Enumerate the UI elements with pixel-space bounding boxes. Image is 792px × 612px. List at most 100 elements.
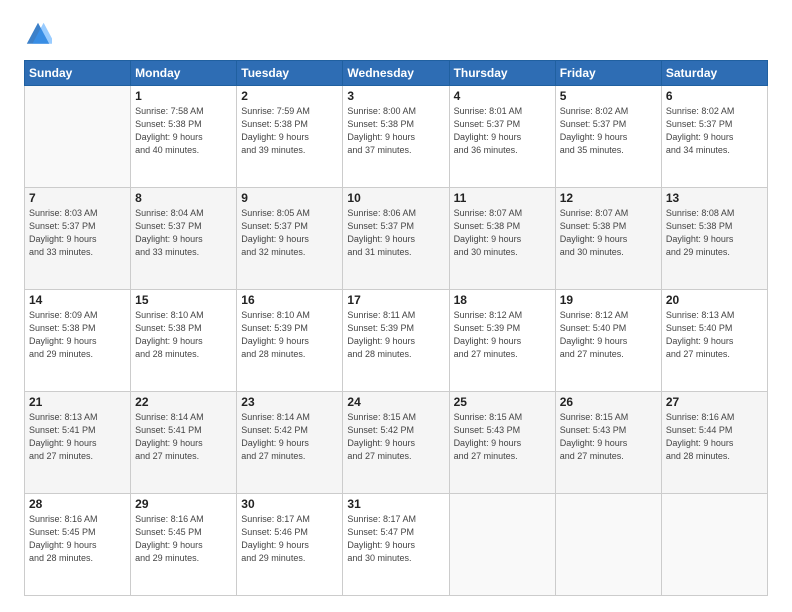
page: SundayMondayTuesdayWednesdayThursdayFrid… [0, 0, 792, 612]
day-info: Sunrise: 8:17 AM Sunset: 5:47 PM Dayligh… [347, 513, 444, 565]
day-number: 11 [454, 191, 551, 205]
day-info: Sunrise: 8:05 AM Sunset: 5:37 PM Dayligh… [241, 207, 338, 259]
calendar-week-row: 1Sunrise: 7:58 AM Sunset: 5:38 PM Daylig… [25, 86, 768, 188]
day-number: 9 [241, 191, 338, 205]
day-info: Sunrise: 8:01 AM Sunset: 5:37 PM Dayligh… [454, 105, 551, 157]
day-number: 12 [560, 191, 657, 205]
day-info: Sunrise: 8:02 AM Sunset: 5:37 PM Dayligh… [560, 105, 657, 157]
day-number: 15 [135, 293, 232, 307]
day-number: 17 [347, 293, 444, 307]
day-info: Sunrise: 8:16 AM Sunset: 5:45 PM Dayligh… [29, 513, 126, 565]
calendar-header-row: SundayMondayTuesdayWednesdayThursdayFrid… [25, 61, 768, 86]
day-number: 5 [560, 89, 657, 103]
day-number: 30 [241, 497, 338, 511]
day-info: Sunrise: 8:11 AM Sunset: 5:39 PM Dayligh… [347, 309, 444, 361]
day-number: 16 [241, 293, 338, 307]
day-of-week-header: Saturday [661, 61, 767, 86]
header [24, 20, 768, 48]
day-info: Sunrise: 8:04 AM Sunset: 5:37 PM Dayligh… [135, 207, 232, 259]
calendar-cell [555, 494, 661, 596]
calendar-cell: 9 Sunrise: 8:05 AM Sunset: 5:37 PM Daylig… [237, 188, 343, 290]
calendar-cell: 24Sunrise: 8:15 AM Sunset: 5:42 PM Dayli… [343, 392, 449, 494]
calendar-cell: 5 Sunrise: 8:02 AM Sunset: 5:37 PM Daylig… [555, 86, 661, 188]
day-info: Sunrise: 8:09 AM Sunset: 5:38 PM Dayligh… [29, 309, 126, 361]
day-number: 24 [347, 395, 444, 409]
day-number: 22 [135, 395, 232, 409]
calendar-cell: 10 Sunrise: 8:06 AM Sunset: 5:37 PM Dayli… [343, 188, 449, 290]
calendar-cell: 19 Sunrise: 8:12 AM Sunset: 5:40 PM Dayli… [555, 290, 661, 392]
day-number: 4 [454, 89, 551, 103]
calendar-cell: 15 Sunrise: 8:10 AM Sunset: 5:38 PM Dayli… [131, 290, 237, 392]
calendar-cell [661, 494, 767, 596]
day-info: Sunrise: 7:59 AM Sunset: 5:38 PM Dayligh… [241, 105, 338, 157]
day-info: Sunrise: 8:15 AM Sunset: 5:43 PM Dayligh… [454, 411, 551, 463]
day-of-week-header: Tuesday [237, 61, 343, 86]
day-number: 18 [454, 293, 551, 307]
calendar-week-row: 21 Sunrise: 8:13 AM Sunset: 5:41 PM Dayli… [25, 392, 768, 494]
calendar-cell: 23 Sunrise: 8:14 AM Sunset: 5:42 PM Dayli… [237, 392, 343, 494]
calendar-table: SundayMondayTuesdayWednesdayThursdayFrid… [24, 60, 768, 596]
calendar-cell [449, 494, 555, 596]
day-number: 13 [666, 191, 763, 205]
day-info: Sunrise: 8:14 AM Sunset: 5:41 PM Dayligh… [135, 411, 232, 463]
day-number: 10 [347, 191, 444, 205]
calendar-cell: 31 Sunrise: 8:17 AM Sunset: 5:47 PM Dayli… [343, 494, 449, 596]
day-of-week-header: Friday [555, 61, 661, 86]
day-info: Sunrise: 8:14 AM Sunset: 5:42 PM Dayligh… [241, 411, 338, 463]
calendar-cell: 13Sunrise: 8:08 AM Sunset: 5:38 PM Dayli… [661, 188, 767, 290]
calendar-cell: 27 Sunrise: 8:16 AM Sunset: 5:44 PM Dayli… [661, 392, 767, 494]
calendar-week-row: 28 Sunrise: 8:16 AM Sunset: 5:45 PM Dayli… [25, 494, 768, 596]
calendar-cell: 4 Sunrise: 8:01 AM Sunset: 5:37 PM Daylig… [449, 86, 555, 188]
day-info: Sunrise: 8:10 AM Sunset: 5:39 PM Dayligh… [241, 309, 338, 361]
day-info: Sunrise: 8:07 AM Sunset: 5:38 PM Dayligh… [454, 207, 551, 259]
day-info: Sunrise: 8:06 AM Sunset: 5:37 PM Dayligh… [347, 207, 444, 259]
day-number: 20 [666, 293, 763, 307]
day-info: Sunrise: 8:17 AM Sunset: 5:46 PM Dayligh… [241, 513, 338, 565]
day-info: Sunrise: 8:16 AM Sunset: 5:44 PM Dayligh… [666, 411, 763, 463]
day-number: 26 [560, 395, 657, 409]
day-number: 31 [347, 497, 444, 511]
calendar-week-row: 7 Sunrise: 8:03 AM Sunset: 5:37 PM Daylig… [25, 188, 768, 290]
calendar-cell: 28 Sunrise: 8:16 AM Sunset: 5:45 PM Dayli… [25, 494, 131, 596]
calendar-cell [25, 86, 131, 188]
day-number: 25 [454, 395, 551, 409]
calendar-cell: 3 Sunrise: 8:00 AM Sunset: 5:38 PM Daylig… [343, 86, 449, 188]
calendar-cell: 26 Sunrise: 8:15 AM Sunset: 5:43 PM Dayli… [555, 392, 661, 494]
day-number: 28 [29, 497, 126, 511]
day-number: 14 [29, 293, 126, 307]
day-info: Sunrise: 8:10 AM Sunset: 5:38 PM Dayligh… [135, 309, 232, 361]
day-number: 7 [29, 191, 126, 205]
day-info: Sunrise: 8:00 AM Sunset: 5:38 PM Dayligh… [347, 105, 444, 157]
day-number: 27 [666, 395, 763, 409]
day-number: 8 [135, 191, 232, 205]
calendar-cell: 11 Sunrise: 8:07 AM Sunset: 5:38 PM Dayli… [449, 188, 555, 290]
day-info: Sunrise: 8:13 AM Sunset: 5:40 PM Dayligh… [666, 309, 763, 361]
logo [24, 20, 58, 48]
day-info: Sunrise: 8:03 AM Sunset: 5:37 PM Dayligh… [29, 207, 126, 259]
calendar-cell: 29Sunrise: 8:16 AM Sunset: 5:45 PM Dayli… [131, 494, 237, 596]
calendar-cell: 17 Sunrise: 8:11 AM Sunset: 5:39 PM Dayli… [343, 290, 449, 392]
calendar-cell: 7 Sunrise: 8:03 AM Sunset: 5:37 PM Daylig… [25, 188, 131, 290]
calendar-cell: 30 Sunrise: 8:17 AM Sunset: 5:46 PM Dayli… [237, 494, 343, 596]
day-info: Sunrise: 8:12 AM Sunset: 5:39 PM Dayligh… [454, 309, 551, 361]
day-info: Sunrise: 8:13 AM Sunset: 5:41 PM Dayligh… [29, 411, 126, 463]
calendar-cell: 20 Sunrise: 8:13 AM Sunset: 5:40 PM Dayli… [661, 290, 767, 392]
calendar-cell: 12 Sunrise: 8:07 AM Sunset: 5:38 PM Dayli… [555, 188, 661, 290]
day-number: 23 [241, 395, 338, 409]
calendar-cell: 18 Sunrise: 8:12 AM Sunset: 5:39 PM Dayli… [449, 290, 555, 392]
day-number: 19 [560, 293, 657, 307]
calendar-cell: 1Sunrise: 7:58 AM Sunset: 5:38 PM Daylig… [131, 86, 237, 188]
day-info: Sunrise: 8:02 AM Sunset: 5:37 PM Dayligh… [666, 105, 763, 157]
day-of-week-header: Wednesday [343, 61, 449, 86]
day-info: Sunrise: 8:12 AM Sunset: 5:40 PM Dayligh… [560, 309, 657, 361]
day-number: 6 [666, 89, 763, 103]
day-info: Sunrise: 7:58 AM Sunset: 5:38 PM Dayligh… [135, 105, 232, 157]
day-number: 3 [347, 89, 444, 103]
day-number: 21 [29, 395, 126, 409]
day-info: Sunrise: 8:15 AM Sunset: 5:43 PM Dayligh… [560, 411, 657, 463]
calendar-cell: 6 Sunrise: 8:02 AM Sunset: 5:37 PM Daylig… [661, 86, 767, 188]
calendar-week-row: 14 Sunrise: 8:09 AM Sunset: 5:38 PM Dayli… [25, 290, 768, 392]
day-of-week-header: Sunday [25, 61, 131, 86]
day-info: Sunrise: 8:07 AM Sunset: 5:38 PM Dayligh… [560, 207, 657, 259]
day-number: 2 [241, 89, 338, 103]
